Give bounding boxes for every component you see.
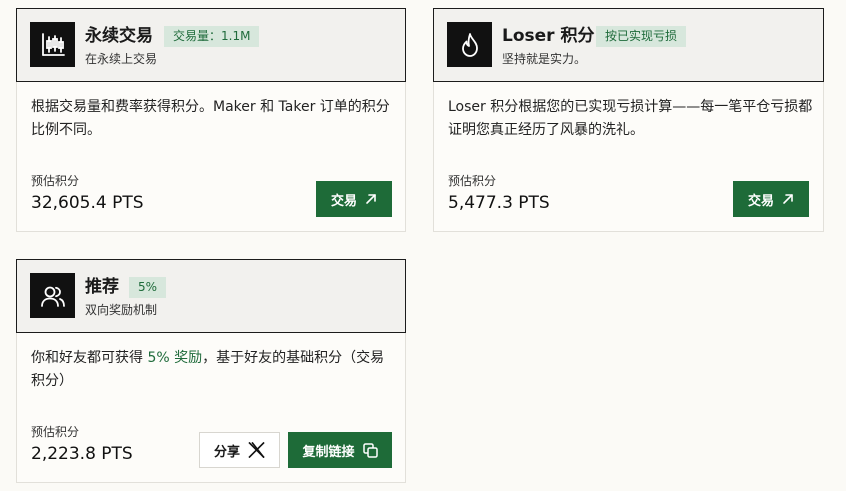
loser-points-card: Loser 积分 按已实现亏损 坚持就是实力。 Loser 积分根据您的已实现亏… bbox=[433, 8, 824, 232]
estimate-label: 预估积分 bbox=[448, 174, 497, 188]
copy-icon bbox=[362, 442, 378, 458]
trade-button-label: 交易 bbox=[330, 193, 357, 209]
estimate-label: 预估积分 bbox=[31, 174, 80, 188]
card-description: 你和好友都可获得 5% 奖励，基于好友的基础积分（交易积分） bbox=[31, 347, 397, 393]
trade-button[interactable]: 交易 bbox=[316, 181, 392, 217]
card-header: 永续交易 交易量：1.1M 在永续上交易 bbox=[16, 8, 406, 82]
card-description: 根据交易量和费率获得积分。Maker 和 Taker 订单的积分比例不同。 bbox=[31, 99, 390, 138]
copy-link-label: 复制链接 bbox=[302, 444, 355, 460]
card-subtitle: 双向奖励机制 bbox=[85, 303, 158, 317]
trade-button-label: 交易 bbox=[747, 193, 774, 209]
reward-highlight: 5% 奖励 bbox=[147, 350, 203, 366]
arrow-up-right-icon bbox=[782, 193, 794, 205]
volume-badge: 交易量：1.1M bbox=[164, 26, 260, 47]
estimate-value: 2,223.8 PTS bbox=[31, 444, 133, 464]
trading-points-card: 永续交易 交易量：1.1M 在永续上交易 根据交易量和费率获得积分。Maker … bbox=[16, 8, 406, 232]
card-subtitle: 坚持就是实力。 bbox=[502, 52, 587, 66]
arrow-up-right-icon bbox=[365, 193, 377, 205]
copy-link-button[interactable]: 复制链接 bbox=[288, 432, 392, 468]
flame-icon bbox=[447, 22, 492, 67]
estimate-value: 5,477.3 PTS bbox=[448, 193, 550, 213]
estimate-value: 32,605.4 PTS bbox=[31, 193, 144, 213]
candlestick-chart-icon bbox=[30, 22, 75, 67]
referral-card: 推荐 5% 双向奖励机制 你和好友都可获得 5% 奖励，基于好友的基础积分（交易… bbox=[16, 259, 406, 483]
reward-rate-badge: 5% bbox=[129, 277, 167, 298]
share-x-button[interactable]: 分享 bbox=[199, 432, 280, 468]
users-icon bbox=[30, 273, 75, 318]
card-title: Loser 积分 bbox=[502, 26, 595, 46]
trade-button[interactable]: 交易 bbox=[733, 181, 809, 217]
card-description: Loser 积分根据您的已实现亏损计算——每一笔平仓亏损都证明您真正经历了风暴的… bbox=[448, 99, 813, 138]
share-button-label: 分享 bbox=[213, 444, 240, 460]
card-header: 推荐 5% 双向奖励机制 bbox=[16, 259, 406, 333]
card-title: 推荐 bbox=[85, 277, 119, 297]
card-header: Loser 积分 按已实现亏损 坚持就是实力。 bbox=[433, 8, 824, 82]
card-title: 永续交易 bbox=[85, 26, 153, 46]
card-subtitle: 在永续上交易 bbox=[85, 52, 158, 66]
realized-loss-badge: 按已实现亏损 bbox=[596, 26, 687, 47]
x-logo-icon bbox=[248, 442, 265, 458]
estimate-label: 预估积分 bbox=[31, 425, 80, 439]
description-prefix: 你和好友都可获得 bbox=[31, 350, 148, 366]
